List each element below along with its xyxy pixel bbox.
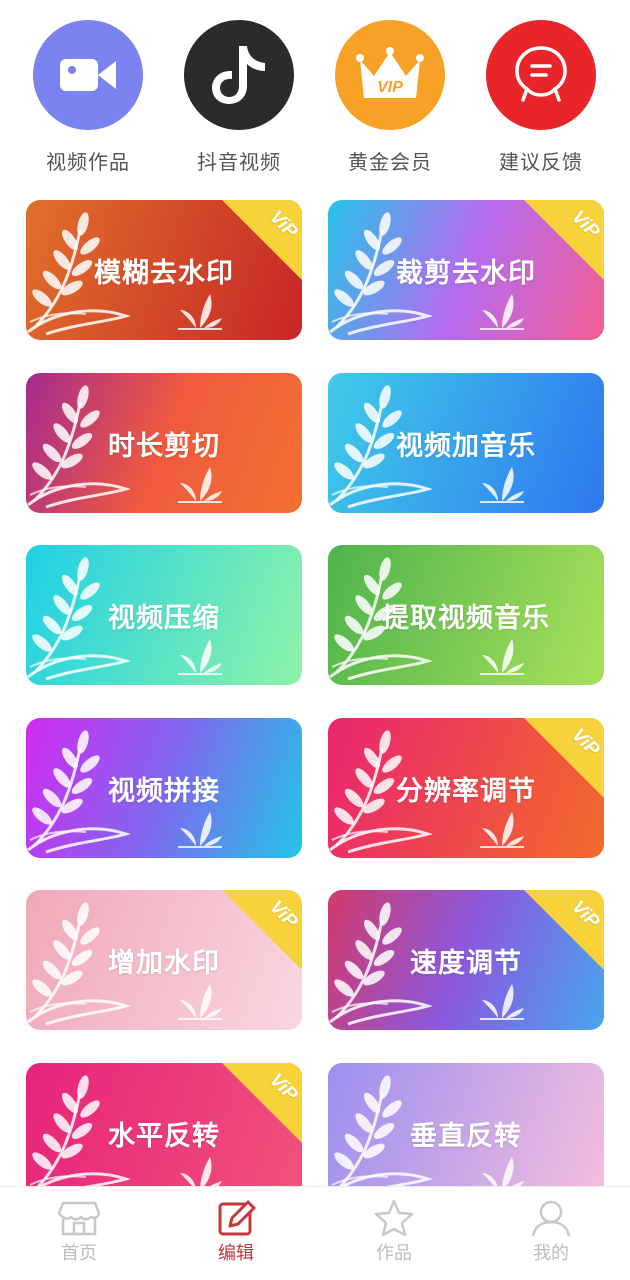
svg-text:VIP: VIP (377, 79, 403, 96)
feature-card-title: 增加水印 (108, 947, 220, 979)
feature-card[interactable]: ViP 分辨率调节 (328, 718, 604, 858)
nav-works[interactable]: 作品 (339, 1199, 449, 1265)
sprout-decoration-icon (178, 465, 222, 507)
nav-label: 首页 (61, 1243, 97, 1264)
shortcut-label: 抖音视频 (197, 150, 281, 174)
feature-card-title: 垂直反转 (410, 1120, 522, 1152)
feature-card-title: 视频压缩 (108, 602, 220, 634)
feature-card-title: 模糊去水印 (94, 257, 234, 289)
user-icon (531, 1200, 571, 1237)
sprout-decoration-icon (178, 637, 222, 679)
shortcut-row: 视频作品 抖音视频 VIP 黄金会员 建议反馈 (0, 0, 630, 190)
nav-edit[interactable]: 编辑 (181, 1199, 291, 1265)
vip-badge: ViP (222, 200, 302, 280)
shortcut-label: 建议反馈 (499, 150, 583, 174)
feature-card[interactable]: ViP 水平反转 (26, 1063, 302, 1203)
vip-badge: ViP (222, 890, 302, 970)
shortcut-feedback[interactable]: 建议反馈 (476, 20, 606, 180)
feature-card[interactable]: 时长剪切 (26, 373, 302, 513)
sprout-decoration-icon (480, 982, 524, 1024)
vip-badge: ViP (524, 200, 604, 280)
feature-card[interactable]: 视频加音乐 (328, 373, 604, 513)
sprout-decoration-icon (480, 465, 524, 507)
feature-card[interactable]: ViP 裁剪去水印 (328, 200, 604, 340)
feature-card[interactable]: 提取视频音乐 (328, 545, 604, 685)
vip-badge: ViP (524, 718, 604, 798)
feature-card-title: 视频加音乐 (396, 430, 536, 462)
shortcut-gold-member[interactable]: VIP 黄金会员 (325, 20, 455, 180)
sprout-decoration-icon (480, 637, 524, 679)
tiktok-icon (184, 20, 294, 130)
feedback-chat-icon (486, 20, 596, 130)
video-camera-icon (33, 20, 143, 130)
sprout-decoration-icon (480, 292, 524, 334)
feature-card-title: 时长剪切 (108, 430, 220, 462)
nav-label: 作品 (376, 1243, 412, 1264)
feature-card-title: 速度调节 (410, 947, 522, 979)
sprout-decoration-icon (178, 982, 222, 1024)
feature-card-title: 提取视频音乐 (382, 602, 550, 634)
shop-icon (57, 1201, 101, 1236)
feature-card[interactable]: ViP 模糊去水印 (26, 200, 302, 340)
feature-card[interactable]: 视频拼接 (26, 718, 302, 858)
sprout-decoration-icon (178, 810, 222, 852)
sprout-decoration-icon (178, 292, 222, 334)
shortcut-video-works[interactable]: 视频作品 (23, 20, 153, 180)
feature-card[interactable]: 垂直反转 (328, 1063, 604, 1203)
shortcut-douyin-video[interactable]: 抖音视频 (174, 20, 304, 180)
nav-home[interactable]: 首页 (24, 1199, 134, 1265)
shortcut-label: 视频作品 (46, 150, 130, 174)
feature-card[interactable]: ViP 增加水印 (26, 890, 302, 1030)
shortcut-label: 黄金会员 (348, 150, 432, 174)
feature-card-title: 分辨率调节 (396, 775, 536, 807)
feature-card[interactable]: ViP 速度调节 (328, 890, 604, 1030)
feature-card[interactable]: 视频压缩 (26, 545, 302, 685)
nav-label: 编辑 (218, 1243, 254, 1264)
feature-card-title: 裁剪去水印 (396, 257, 536, 289)
star-icon (374, 1199, 414, 1237)
bottom-nav: 首页 编辑 作品 我的 (0, 1186, 630, 1280)
vip-badge: ViP (524, 890, 604, 970)
nav-mine[interactable]: 我的 (496, 1199, 606, 1265)
sprout-decoration-icon (480, 810, 524, 852)
edit-icon (218, 1200, 256, 1236)
nav-label: 我的 (533, 1243, 569, 1264)
feature-card-title: 水平反转 (108, 1120, 220, 1152)
vip-badge: ViP (222, 1063, 302, 1143)
feature-card-title: 视频拼接 (108, 775, 220, 807)
vip-crown-icon: VIP (335, 20, 445, 130)
